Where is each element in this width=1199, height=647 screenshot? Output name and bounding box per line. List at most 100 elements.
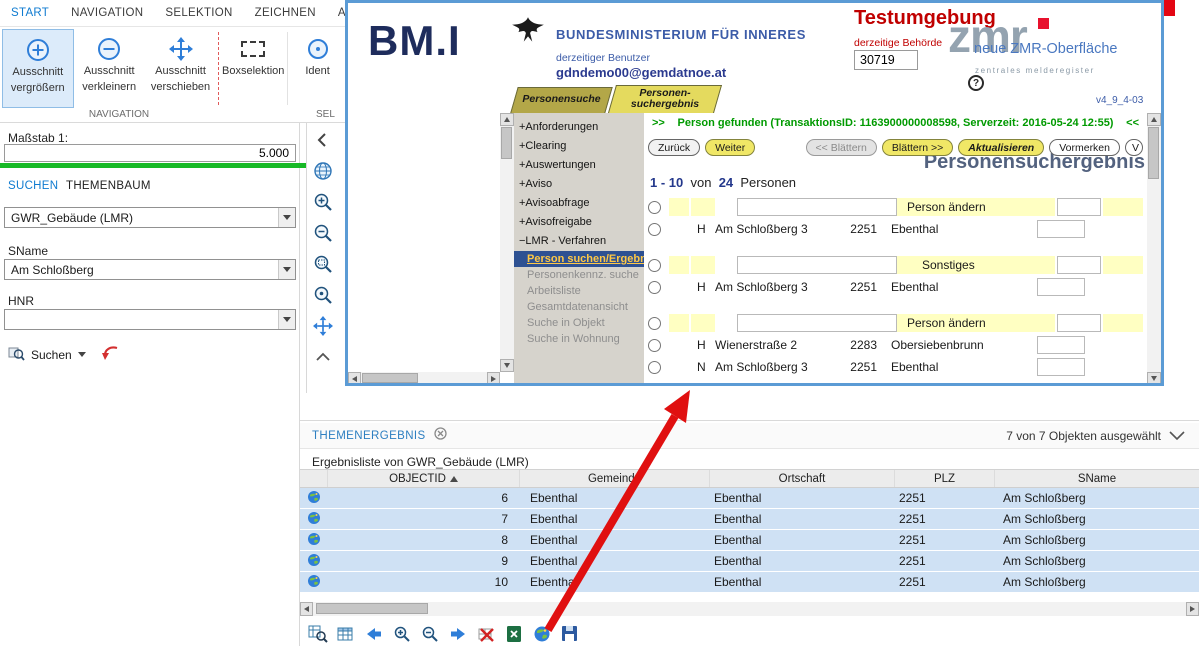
excel-export-icon[interactable] [501,622,526,645]
menu-item-person-suchen[interactable]: Person suchen/Ergebn [514,251,644,267]
row-globe-icon[interactable] [300,532,328,549]
box-selection-button[interactable]: Boxselektion [221,29,285,108]
left-frame-vscrollbar[interactable] [500,113,514,372]
menu-item-avisoabfrage[interactable]: +Avisoabfrage [514,194,644,213]
table-row[interactable]: 9 Ebenthal Ebenthal 2251 Am Schloßberg [300,551,1199,572]
zoom-window-icon[interactable] [312,253,334,275]
tab-navigation[interactable]: NAVIGATION [60,7,154,19]
tab-zeichnen[interactable]: ZEICHNEN [244,7,327,19]
chevron-down-icon[interactable] [278,208,295,227]
menu-item-anforderungen[interactable]: +Anforderungen [514,118,644,137]
row-globe-icon[interactable] [300,511,328,528]
zmr-window[interactable]: BM.I BUNDESMINISTERIUM FÜR INNERES derze… [345,0,1164,386]
scale-input[interactable] [4,144,296,162]
expand-icon[interactable] [312,315,334,337]
tab-suchen[interactable]: SUCHEN [8,180,58,192]
sname-select[interactable]: Am Schloßberg [4,259,296,280]
address-input[interactable] [1037,336,1085,354]
person-radio[interactable] [648,281,661,294]
column-objectid[interactable]: OBJECTID [328,470,520,487]
table-hscrollbar[interactable] [300,602,1199,616]
left-frame-hscrollbar[interactable] [348,372,500,385]
next-button[interactable]: Weiter [705,139,755,156]
chevron-down-icon[interactable] [78,352,86,357]
row-globe-icon[interactable] [300,553,328,570]
tab-selektion[interactable]: SELEKTION [154,7,243,19]
column-plz[interactable]: PLZ [895,470,995,487]
chevron-down-icon[interactable] [278,260,295,279]
arrow-right-icon[interactable] [445,622,470,645]
menu-item-gesamtdaten[interactable]: Gesamtdatenansicht [514,299,644,315]
identify-button[interactable]: Ident [290,29,345,108]
menu-item-personenkennz[interactable]: Personenkennz. suche [514,267,644,283]
person-action[interactable]: Person ändern [897,314,1055,332]
table-row[interactable]: 7 Ebenthal Ebenthal 2251 Am Schloßberg [300,509,1199,530]
zoom-in-extent-button[interactable]: Ausschnitt vergrößern [2,29,74,108]
page-next-button[interactable]: Blättern >> [882,139,953,156]
column-gemeinde[interactable]: Gemeinde [520,470,710,487]
undo-red-arrow-icon[interactable] [102,345,120,364]
zmr-vscrollbar[interactable] [1147,113,1161,385]
table-row[interactable]: 10 Ebenthal Ebenthal 2251 Am Schloßberg [300,572,1199,593]
person-action[interactable]: Person ändern [897,198,1055,216]
chevron-down-icon[interactable] [1169,427,1185,445]
table-row[interactable]: 8 Ebenthal Ebenthal 2251 Am Schloßberg [300,530,1199,551]
person-radio[interactable] [648,361,661,374]
menu-item-aviso[interactable]: +Aviso [514,175,644,194]
menu-item-arbeitsliste[interactable]: Arbeitsliste [514,283,644,299]
cell-objectid: 10 [328,575,520,589]
close-icon[interactable] [434,427,447,445]
clipped-button[interactable]: V [1125,139,1143,156]
save-icon[interactable] [557,622,582,645]
zoom-out-icon[interactable] [312,222,334,244]
suchen-button[interactable]: Suchen [31,348,72,362]
globe-icon[interactable] [312,160,334,182]
theme-select[interactable]: GWR_Gebäude (LMR) [4,207,296,228]
person-action[interactable]: Sonstiges [897,256,1055,274]
zoom-in-icon[interactable] [389,622,414,645]
person-radio[interactable] [648,223,661,236]
scroll-up-icon[interactable] [312,346,334,368]
collapse-left-icon[interactable] [312,129,334,151]
menu-item-clearing[interactable]: +Clearing [514,137,644,156]
arrow-left-icon[interactable] [361,622,386,645]
column-sname[interactable]: SName [995,470,1199,487]
tab-themenbaum[interactable]: THEMENBAUM [66,180,151,192]
row-globe-icon[interactable] [300,574,328,591]
zoom-out-icon[interactable] [417,622,442,645]
zoom-out-extent-button[interactable]: Ausschnitt verkleinern [74,29,145,108]
zoom-center-icon[interactable] [312,284,334,306]
tab-start[interactable]: START [0,7,60,19]
menu-item-avisofreigabe[interactable]: +Avisofreigabe [514,213,644,232]
chevron-down-icon[interactable] [278,310,295,329]
menu-item-suche-objekt[interactable]: Suche in Objekt [514,315,644,331]
back-button[interactable]: Zurück [648,139,700,156]
menu-item-lmr-verfahren[interactable]: −LMR - Verfahren [514,232,644,251]
person-radio[interactable] [648,201,661,214]
clear-selection-icon[interactable] [473,622,498,645]
tab-personensuche[interactable]: Personensuche [514,87,609,113]
person-radio[interactable] [648,317,661,330]
menu-item-suche-wohnung[interactable]: Suche in Wohnung [514,331,644,347]
globe-icon[interactable] [529,622,554,645]
zoom-table-icon[interactable] [305,622,330,645]
table-icon[interactable] [333,622,358,645]
authority-input[interactable] [854,50,918,70]
pan-extent-button[interactable]: Ausschnitt verschieben [145,29,216,108]
tab-personensuchergebnis[interactable]: Personen-suchergebnis [612,85,718,113]
hnr-select[interactable] [4,309,296,330]
address-input[interactable] [1037,220,1085,238]
row-globe-icon[interactable] [300,490,328,507]
table-row[interactable]: 6 Ebenthal Ebenthal 2251 Am Schloßberg [300,488,1199,509]
page-back-button[interactable]: << Blättern [806,139,877,156]
column-ortschaft[interactable]: Ortschaft [710,470,895,487]
menu-item-auswertungen[interactable]: +Auswertungen [514,156,644,175]
bookmark-button[interactable]: Vormerken [1049,139,1120,156]
refresh-button[interactable]: Aktualisieren [958,139,1044,156]
person-radio[interactable] [648,339,661,352]
help-icon[interactable]: ? [968,75,984,91]
address-input[interactable] [1037,278,1085,296]
zoom-in-icon[interactable] [312,191,334,213]
address-input[interactable] [1037,358,1085,376]
person-radio[interactable] [648,259,661,272]
